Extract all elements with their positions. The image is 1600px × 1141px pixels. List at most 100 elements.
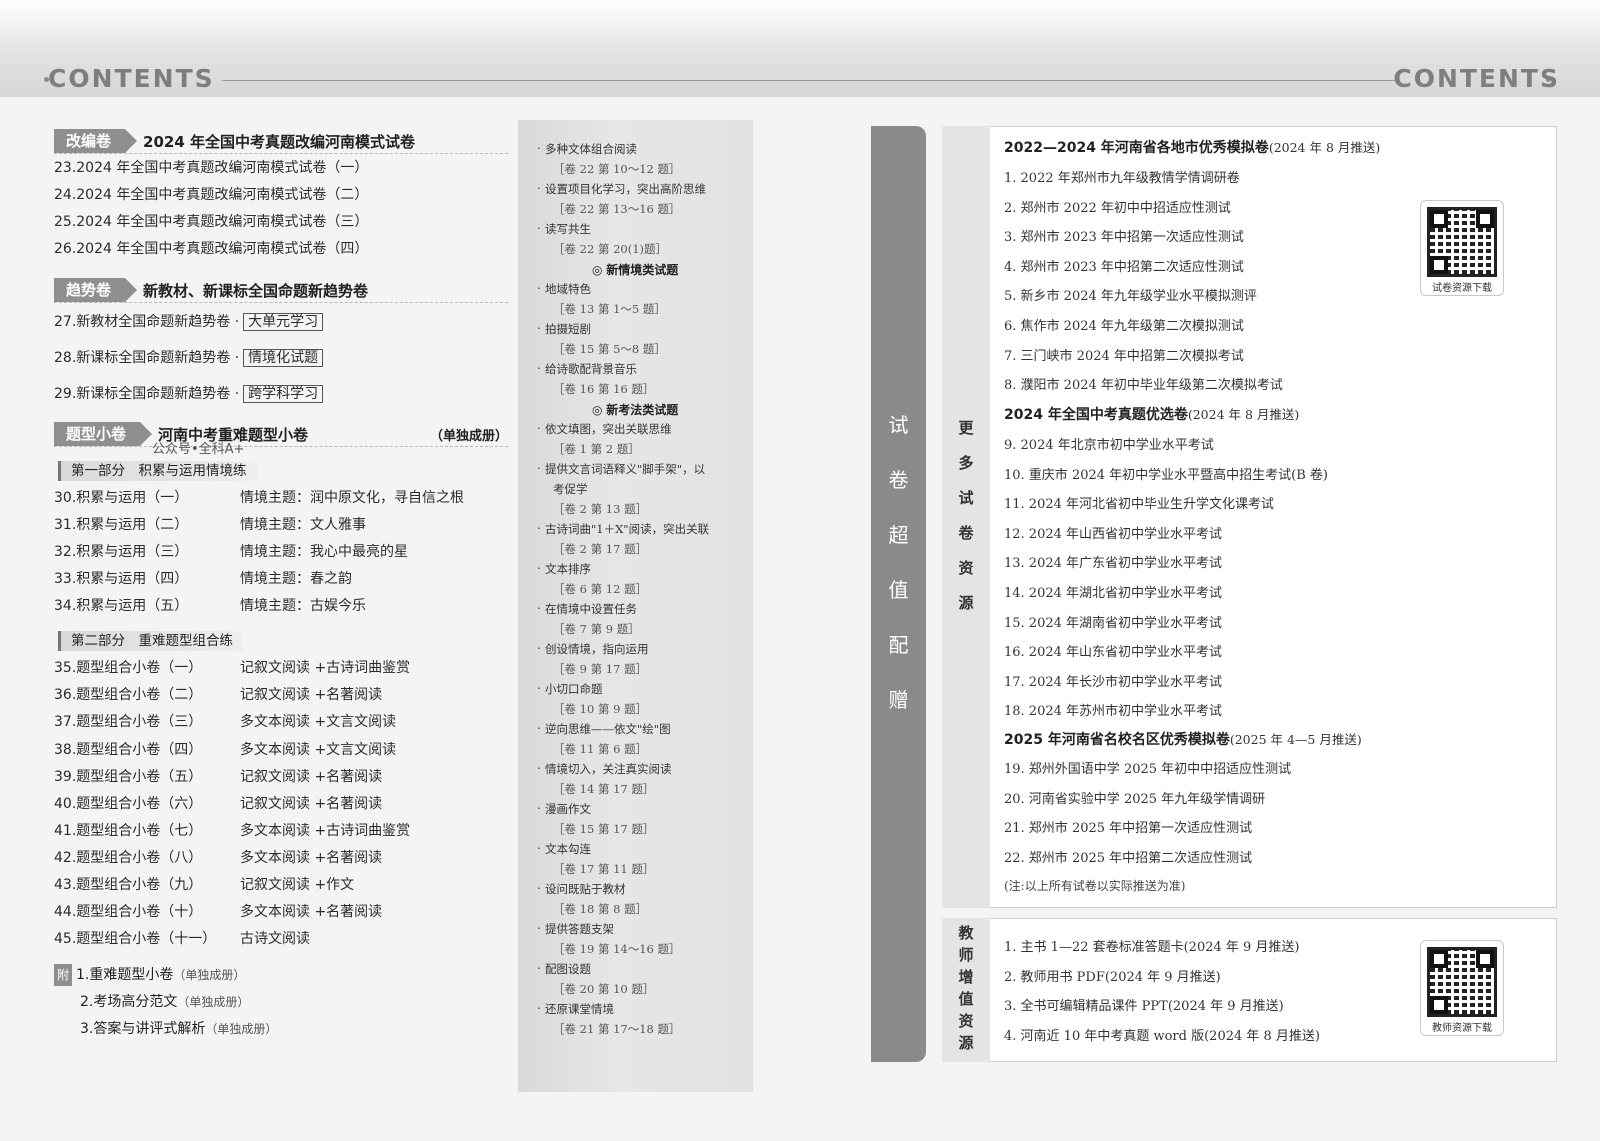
- paper-entry[interactable]: 19. 郑州外国语中学 2025 年初中中招适应性测试: [1004, 758, 1291, 777]
- toc-entry[interactable]: 26.2024 年全国中考真题改编河南模式试卷（四）: [54, 238, 368, 260]
- feature-item: 读写共生: [537, 221, 591, 237]
- paper-entry[interactable]: 12. 2024 年山西省初中学业水平考试: [1004, 523, 1222, 542]
- section-title: 新教材、新课标全国命题新趋势卷: [143, 281, 369, 300]
- section-rule: [54, 153, 508, 154]
- toc-entry[interactable]: 35.题型组合小卷（一） 记叙文阅读 +古诗词曲鉴赏: [54, 657, 410, 679]
- appendix-note: （单独成册）: [205, 1022, 278, 1036]
- feature-item: 漫画作文: [537, 801, 591, 817]
- teacher-resource-entry[interactable]: 4. 河南近 10 年中考真题 word 版(2024 年 8 月推送): [1004, 1025, 1320, 1044]
- feature-item: 小切口命题: [537, 681, 602, 697]
- paper-entry[interactable]: 18. 2024 年苏州市初中学业水平考试: [1004, 700, 1222, 719]
- entry-number: 40.题型组合小卷（六）: [54, 796, 203, 812]
- entry-description: 情境主题：古娱今乐: [240, 598, 366, 614]
- feature-item: 配图设题: [537, 961, 591, 977]
- appendix-label: 3.答案与讲评式解析: [80, 1021, 206, 1037]
- qr-caption: 教师资源下载: [1432, 1023, 1492, 1034]
- paper-entry[interactable]: 22. 郑州市 2025 年中招第二次适应性测试: [1004, 847, 1252, 866]
- section-small-papers-header: 题型小卷 河南中考重难题型小卷 （单独成册）: [54, 421, 508, 447]
- appendix-entry[interactable]: 2.考场高分范文（单独成册）: [80, 991, 249, 1013]
- paper-entry[interactable]: 8. 濮阳市 2024 年初中毕业年级第二次模拟考试: [1004, 374, 1283, 393]
- papers-qr-code-icon[interactable]: [1427, 207, 1497, 277]
- toc-entry[interactable]: 24.2024 年全国中考真题改编河南模式试卷（二）: [54, 184, 368, 206]
- paper-entry[interactable]: 14. 2024 年湖北省初中学业水平考试: [1004, 582, 1222, 601]
- paper-entry[interactable]: 10. 重庆市 2024 年初中学业水平暨高中招生考试(B 卷): [1004, 464, 1328, 483]
- entry-description: 记叙文阅读 +名著阅读: [240, 687, 383, 703]
- appendix-entry[interactable]: 3.答案与讲评式解析（单独成册）: [80, 1018, 277, 1040]
- side-label-char: 资: [958, 559, 974, 577]
- vertical-label-char: 超: [888, 523, 909, 547]
- paper-entry[interactable]: 2. 郑州市 2022 年初中中招适应性测试: [1004, 197, 1231, 216]
- toc-entry[interactable]: 27.新教材全国命题新趋势卷 · 大单元学习: [54, 311, 324, 333]
- paper-entry[interactable]: 1. 2022 年郑州市九年级教情学情调研卷: [1004, 167, 1240, 186]
- toc-entry[interactable]: 34.积累与运用（五） 情境主题：古娱今乐: [54, 595, 366, 617]
- toc-entry[interactable]: 23.2024 年全国中考真题改编河南模式试卷（一）: [54, 157, 368, 179]
- paper-entry[interactable]: 3. 郑州市 2023 年中招第一次适应性测试: [1004, 226, 1244, 245]
- entry-description: 记叙文阅读 +古诗词曲鉴赏: [240, 660, 411, 676]
- side-label-char: 更: [958, 419, 974, 437]
- paper-entry[interactable]: 9. 2024 年北京市初中学业水平考试: [1004, 434, 1214, 453]
- header-band: [0, 0, 1600, 97]
- toc-entry[interactable]: 44.题型组合小卷（十） 多文本阅读 +名著阅读: [54, 901, 382, 923]
- toc-entry[interactable]: 36.题型组合小卷（二） 记叙文阅读 +名著阅读: [54, 684, 382, 706]
- question-reference: ［卷 10 第 9 题］: [553, 702, 648, 716]
- toc-entry[interactable]: 37.题型组合小卷（三） 多文本阅读 +文言文阅读: [54, 711, 396, 733]
- paper-entry[interactable]: 4. 郑州市 2023 年中招第二次适应性测试: [1004, 256, 1244, 275]
- entry-description: 多文本阅读 +名著阅读: [240, 904, 383, 920]
- entry-label: 27.新教材全国命题新趋势卷 ·: [54, 314, 240, 330]
- feature-item: 提供答题支架: [537, 921, 614, 937]
- appendix-entry[interactable]: 附 1.重难题型小卷（单独成册）: [54, 964, 245, 986]
- toc-entry[interactable]: 25.2024 年全国中考真题改编河南模式试卷（三）: [54, 211, 368, 233]
- question-reference: ［卷 7 第 9 题］: [553, 622, 640, 636]
- side-label-char: 源: [958, 1034, 974, 1052]
- toc-entry[interactable]: 43.题型组合小卷（九） 记叙文阅读 +作文: [54, 874, 354, 896]
- section-tag: 改编卷: [54, 129, 138, 153]
- toc-entry[interactable]: 41.题型组合小卷（七） 多文本阅读 +古诗词曲鉴赏: [54, 820, 410, 842]
- feature-item: 给诗歌配背景音乐: [537, 361, 637, 377]
- question-reference: ［卷 15 第 17 题］: [553, 822, 655, 836]
- paper-entry[interactable]: 15. 2024 年湖南省初中学业水平考试: [1004, 612, 1222, 631]
- toc-entry[interactable]: 45.题型组合小卷（十一） 古诗文阅读: [54, 928, 310, 950]
- entry-number: 43.题型组合小卷（九）: [54, 877, 203, 893]
- teacher-qr-code-icon[interactable]: [1427, 947, 1497, 1017]
- toc-entry[interactable]: 31.积累与运用（二） 情境主题：文人雅事: [54, 514, 366, 536]
- push-date: (2025 年 4—5 月推送): [1229, 732, 1362, 747]
- question-reference: ［卷 11 第 6 题］: [553, 742, 648, 756]
- entry-description: 多文本阅读 +名著阅读: [240, 850, 383, 866]
- toc-entry[interactable]: 39.题型组合小卷（五） 记叙文阅读 +名著阅读: [54, 766, 382, 788]
- section-rule: [54, 302, 508, 303]
- paper-entry[interactable]: 20. 河南省实验中学 2025 年九年级学情调研: [1004, 788, 1265, 807]
- feature-item: 设置项目化学习，突出高阶思维: [537, 181, 706, 197]
- question-reference: ［卷 6 第 12 题］: [553, 582, 648, 596]
- entry-label: 28.新课标全国命题新趋势卷 ·: [54, 350, 240, 366]
- paper-entry[interactable]: 13. 2024 年广东省初中学业水平考试: [1004, 552, 1222, 571]
- paper-entry[interactable]: 17. 2024 年长沙市初中学业水平考试: [1004, 671, 1222, 690]
- entry-description: 情境主题：我心中最亮的星: [240, 544, 408, 560]
- toc-entry[interactable]: 28.新课标全国命题新趋势卷 · 情境化试题: [54, 347, 324, 369]
- toc-entry[interactable]: 29.新课标全国命题新趋势卷 · 跨学科学习: [54, 383, 324, 405]
- entry-description: 情境主题：润中原文化，寻自信之根: [240, 490, 464, 506]
- feature-item: 古诗词曲"1＋X"阅读，突出关联: [537, 521, 709, 537]
- teacher-resource-entry[interactable]: 2. 教师用书 PDF(2024 年 9 月推送): [1004, 966, 1221, 985]
- toc-entry[interactable]: 30.积累与运用（一） 情境主题：润中原文化，寻自信之根: [54, 487, 464, 509]
- paper-entry[interactable]: 11. 2024 年河北省初中毕业生升学文化课考试: [1004, 493, 1274, 512]
- toc-entry[interactable]: 32.积累与运用（三） 情境主题：我心中最亮的星: [54, 541, 408, 563]
- toc-entry[interactable]: 38.题型组合小卷（四） 多文本阅读 +文言文阅读: [54, 739, 396, 761]
- teacher-resource-entry[interactable]: 1. 主书 1—22 套卷标准答题卡(2024 年 9 月推送): [1004, 936, 1300, 955]
- paper-entry[interactable]: 6. 焦作市 2024 年九年级第二次模拟测试: [1004, 315, 1244, 334]
- paper-entry[interactable]: 5. 新乡市 2024 年九年级学业水平模拟测评: [1004, 285, 1257, 304]
- section-rule: [54, 446, 508, 447]
- feature-item: 设问既贴于教材: [537, 881, 625, 897]
- paper-entry[interactable]: 21. 郑州市 2025 年中招第一次适应性测试: [1004, 817, 1252, 836]
- entry-description: 记叙文阅读 +作文: [240, 877, 355, 893]
- paper-entry[interactable]: 16. 2024 年山东省初中学业水平考试: [1004, 641, 1222, 660]
- vertical-label-char: 卷: [888, 468, 909, 492]
- teacher-resource-entry[interactable]: 3. 全书可编辑精品课件 PPT(2024 年 9 月推送): [1004, 995, 1284, 1014]
- toc-entry[interactable]: 33.积累与运用（四） 情境主题：春之韵: [54, 568, 352, 590]
- feature-item: 文本勾连: [537, 841, 591, 857]
- toc-entry[interactable]: 40.题型组合小卷（六） 记叙文阅读 +名著阅读: [54, 793, 382, 815]
- toc-entry[interactable]: 42.题型组合小卷（八） 多文本阅读 +名著阅读: [54, 847, 382, 869]
- section-tag: 趋势卷: [54, 278, 138, 302]
- push-date: (2024 年 8 月推送): [1187, 407, 1300, 422]
- section-adapted-header: 改编卷 2024 年全国中考真题改编河南模式试卷: [54, 128, 415, 154]
- paper-entry[interactable]: 7. 三门峡市 2024 年中招第二次模拟考试: [1004, 345, 1244, 364]
